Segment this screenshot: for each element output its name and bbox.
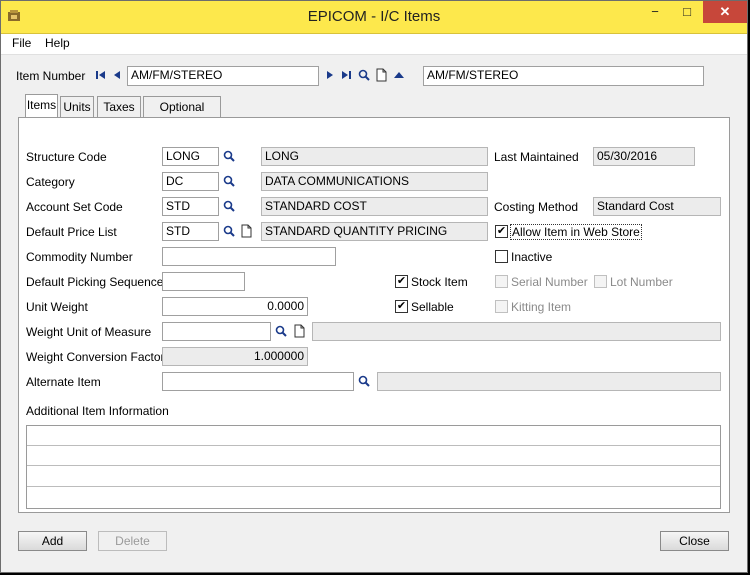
account-set-description: STANDARD COST — [261, 197, 488, 216]
tab-taxes[interactable]: Taxes — [97, 96, 141, 117]
weight-uom-label: Weight Unit of Measure — [26, 325, 152, 339]
last-record-icon[interactable] — [339, 68, 353, 82]
weight-uom-finder-icon[interactable] — [274, 324, 288, 338]
alternate-item-label: Alternate Item — [26, 375, 101, 389]
previous-record-icon[interactable] — [110, 68, 124, 82]
additional-info-row[interactable] — [27, 426, 720, 446]
allow-web-store-checkbox[interactable]: ✔ — [495, 225, 508, 238]
alternate-item-finder-icon[interactable] — [357, 374, 371, 388]
item-description-input[interactable]: AM/FM/STEREO — [423, 66, 704, 86]
app-window: EPICOM - I/C Items − □ ✕ File Help Item … — [0, 0, 748, 573]
inactive-checkbox[interactable] — [495, 250, 508, 263]
account-set-code-input[interactable]: STD — [162, 197, 219, 216]
menu-help[interactable]: Help — [45, 36, 70, 50]
serial-number-checkbox — [495, 275, 508, 288]
tab-items[interactable]: Items — [25, 94, 58, 117]
window-close-button[interactable]: ✕ — [703, 1, 747, 23]
unit-weight-input[interactable]: 0.0000 — [162, 297, 308, 316]
item-number-label: Item Number — [16, 69, 86, 83]
last-maintained-value: 05/30/2016 — [593, 147, 695, 166]
commodity-number-input[interactable] — [162, 247, 336, 266]
category-description: DATA COMMUNICATIONS — [261, 172, 488, 191]
additional-info-row[interactable] — [27, 467, 720, 487]
additional-info-row[interactable] — [27, 488, 720, 508]
allow-web-store-label: Allow Item in Web Store — [510, 224, 642, 240]
alternate-item-description — [377, 372, 721, 391]
inactive-label: Inactive — [511, 250, 553, 264]
delete-button[interactable]: Delete — [98, 531, 167, 551]
price-list-new-document-icon[interactable] — [239, 224, 253, 238]
serial-number-label: Serial Number — [511, 275, 588, 289]
default-price-list-label: Default Price List — [26, 225, 117, 239]
kitting-item-label: Kitting Item — [511, 300, 572, 314]
title-bar: EPICOM - I/C Items − □ ✕ — [1, 1, 747, 34]
structure-code-label: Structure Code — [26, 150, 107, 164]
alternate-item-input[interactable] — [162, 372, 354, 391]
account-set-finder-icon[interactable] — [222, 199, 236, 213]
costing-method-value: Standard Cost — [593, 197, 721, 216]
finder-icon[interactable] — [357, 68, 371, 82]
structure-code-input[interactable]: LONG — [162, 147, 219, 166]
weight-uom-new-document-icon[interactable] — [292, 324, 306, 338]
tab-units[interactable]: Units — [60, 96, 94, 117]
additional-info-label: Additional Item Information — [26, 404, 169, 418]
category-input[interactable]: DC — [162, 172, 219, 191]
weight-conversion-factor-value: 1.000000 — [162, 347, 308, 366]
tab-optional-fields[interactable]: Optional Fields — [143, 96, 221, 134]
structure-code-finder-icon[interactable] — [222, 149, 236, 163]
costing-method-label: Costing Method — [494, 200, 579, 214]
price-list-finder-icon[interactable] — [222, 224, 236, 238]
stock-item-label: Stock Item — [411, 275, 468, 289]
maximize-button[interactable]: □ — [673, 1, 701, 23]
default-price-list-input[interactable]: STD — [162, 222, 219, 241]
additional-info-row[interactable] — [27, 446, 720, 466]
last-maintained-label: Last Maintained — [494, 150, 579, 164]
weight-uom-input[interactable] — [162, 322, 271, 341]
additional-info-grid[interactable] — [26, 425, 721, 509]
item-number-input[interactable]: AM/FM/STEREO — [127, 66, 319, 86]
kitting-item-checkbox — [495, 300, 508, 313]
commodity-number-label: Commodity Number — [26, 250, 133, 264]
category-finder-icon[interactable] — [222, 174, 236, 188]
default-picking-sequence-input[interactable] — [162, 272, 245, 291]
menu-file[interactable]: File — [12, 36, 31, 50]
category-label: Category — [26, 175, 75, 189]
lot-number-checkbox — [594, 275, 607, 288]
default-picking-sequence-label: Default Picking Sequence — [26, 275, 164, 289]
unit-weight-label: Unit Weight — [26, 300, 88, 314]
weight-conversion-factor-label: Weight Conversion Factor — [26, 350, 165, 364]
menu-bar: File Help — [1, 34, 747, 55]
add-button[interactable]: Add — [18, 531, 87, 551]
lot-number-label: Lot Number — [610, 275, 673, 289]
close-button[interactable]: Close — [660, 531, 729, 551]
new-document-icon[interactable] — [374, 68, 388, 82]
window-title: EPICOM - I/C Items — [307, 8, 441, 25]
stock-item-checkbox[interactable]: ✔ — [395, 275, 408, 288]
first-record-icon[interactable] — [94, 68, 108, 82]
minimize-button[interactable]: − — [641, 1, 669, 23]
default-price-list-description: STANDARD QUANTITY PRICING — [261, 222, 488, 241]
sellable-label: Sellable — [411, 300, 454, 314]
account-set-code-label: Account Set Code — [26, 200, 123, 214]
next-record-icon[interactable] — [323, 68, 337, 82]
sellable-checkbox[interactable]: ✔ — [395, 300, 408, 313]
structure-code-description: LONG — [261, 147, 488, 166]
zoom-up-icon[interactable] — [392, 68, 406, 82]
weight-uom-description — [312, 322, 721, 341]
